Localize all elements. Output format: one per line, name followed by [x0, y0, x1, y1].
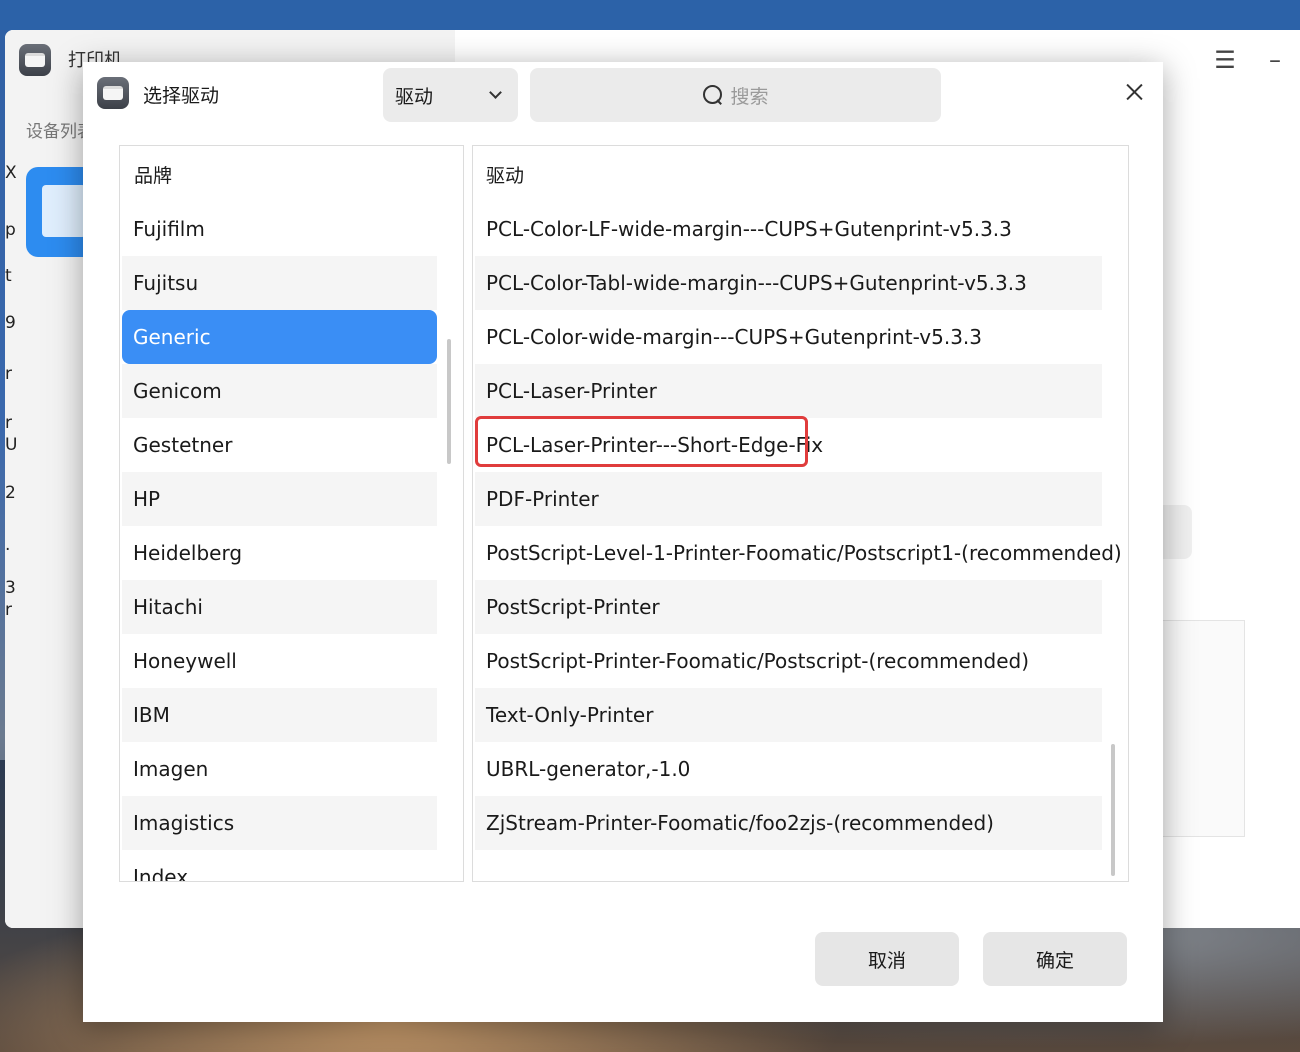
printer-app-icon — [97, 77, 129, 109]
brand-item-selected[interactable]: Generic — [122, 310, 437, 364]
search-placeholder: 搜索 — [730, 85, 769, 108]
driver-item[interactable]: PCL-Color-Tabl-wide-margin---CUPS+Gutenp… — [475, 256, 1102, 310]
edge-fragment: X — [5, 163, 17, 183]
edge-fragment: p — [5, 220, 16, 240]
printer-icon — [42, 185, 86, 237]
filter-type-select[interactable]: 驱动 — [383, 68, 518, 122]
edge-fragment: r — [5, 600, 12, 620]
driver-column-header: 驱动 — [486, 164, 525, 187]
search-icon — [702, 84, 724, 106]
cancel-button[interactable]: 取消 — [815, 932, 959, 986]
filter-type-value: 驱动 — [395, 85, 434, 108]
brand-scrollbar[interactable] — [447, 339, 451, 464]
chevron-down-icon — [489, 86, 502, 99]
edge-fragment: 3 — [5, 578, 16, 598]
edge-fragment: r — [5, 364, 12, 384]
select-driver-dialog: 选择驱动 驱动 搜索 品牌 Fujifilm Fujitsu Generic G… — [83, 62, 1163, 1022]
brand-item[interactable]: Fujitsu — [122, 256, 437, 310]
driver-item[interactable]: UBRL-generator,-1.0 — [475, 742, 1102, 796]
brand-item[interactable]: Index — [122, 850, 437, 881]
brand-item[interactable]: Genicom — [122, 364, 437, 418]
driver-item[interactable]: PCL-Laser-Printer — [475, 364, 1102, 418]
brand-item[interactable]: Heidelberg — [122, 526, 437, 580]
close-button[interactable] — [1119, 77, 1149, 107]
driver-list-pane: 驱动 PCL-Color-LF-wide-margin---CUPS+Guten… — [472, 145, 1129, 882]
driver-item[interactable]: PCL-Color-LF-wide-margin---CUPS+Gutenpri… — [475, 202, 1102, 256]
desktop-top-bar — [0, 0, 1300, 30]
driver-item[interactable]: PostScript-Level-1-Printer-Foomatic/Post… — [475, 526, 1122, 580]
brand-list: Fujifilm Fujitsu Generic Genicom Gestetn… — [122, 202, 437, 881]
brand-item[interactable]: Gestetner — [122, 418, 437, 472]
brand-item[interactable]: Imagen — [122, 742, 437, 796]
brand-item[interactable]: Honeywell — [122, 634, 437, 688]
edge-fragment: . — [5, 535, 11, 555]
hamburger-icon[interactable]: ☰ — [1210, 46, 1240, 74]
brand-item[interactable]: Hitachi — [122, 580, 437, 634]
brand-item[interactable]: IBM — [122, 688, 437, 742]
brand-item[interactable]: HP — [122, 472, 437, 526]
edge-fragment: t — [5, 266, 12, 286]
confirm-button[interactable]: 确定 — [983, 932, 1127, 986]
dialog-title: 选择驱动 — [143, 85, 220, 107]
printer-app-icon — [19, 44, 51, 76]
brand-item[interactable]: Imagistics — [122, 796, 437, 850]
brand-column-header: 品牌 — [134, 164, 173, 187]
driver-item[interactable]: PDF-Printer — [475, 472, 1102, 526]
driver-item[interactable]: PostScript-Printer — [475, 580, 1102, 634]
driver-item[interactable]: PCL-Color-wide-margin---CUPS+Gutenprint-… — [475, 310, 1102, 364]
edge-fragment: 9 — [5, 313, 16, 333]
edge-fragment: U — [5, 435, 18, 455]
edge-fragment: r — [5, 413, 12, 433]
driver-list: PCL-Color-LF-wide-margin---CUPS+Gutenpri… — [475, 202, 1122, 850]
driver-item[interactable]: ZjStream-Printer-Foomatic/foo2zjs-(recom… — [475, 796, 1102, 850]
edge-fragment: 2 — [5, 483, 16, 503]
search-input[interactable]: 搜索 — [530, 68, 941, 122]
driver-scrollbar[interactable] — [1111, 744, 1115, 876]
driver-highlight-box — [475, 416, 808, 467]
driver-item[interactable]: Text-Only-Printer — [475, 688, 1102, 742]
driver-item[interactable]: PostScript-Printer-Foomatic/Postscript-(… — [475, 634, 1102, 688]
brand-item[interactable]: Fujifilm — [122, 202, 437, 256]
minimize-icon[interactable]: – — [1260, 46, 1290, 74]
brand-list-pane: 品牌 Fujifilm Fujitsu Generic Genicom Gest… — [119, 145, 464, 882]
